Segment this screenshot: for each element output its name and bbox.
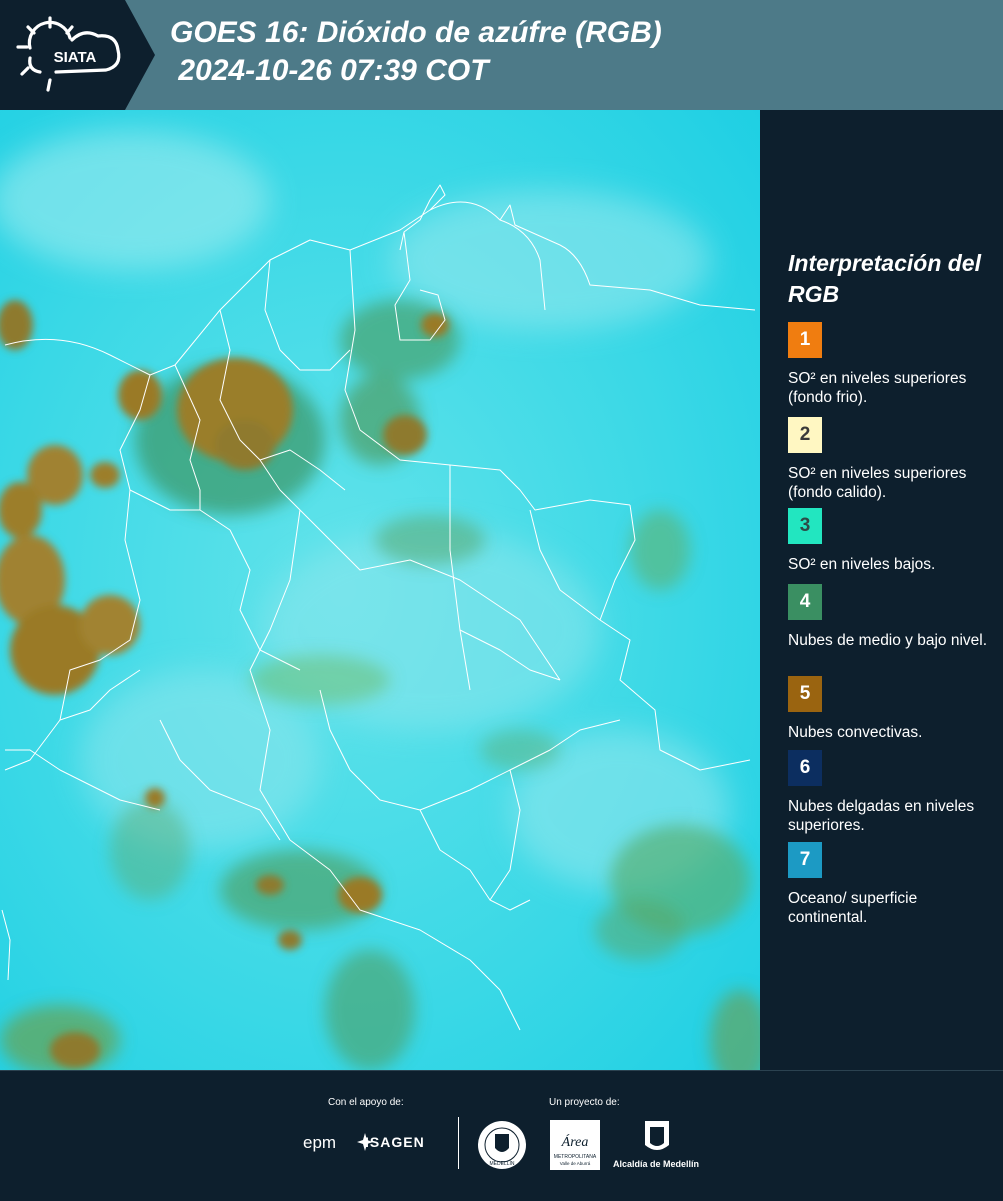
legend-label-1: SO² en niveles superiores (fondo frio). bbox=[788, 370, 967, 406]
logo-text: SIATA bbox=[54, 49, 97, 66]
legend-label-2: SO² en niveles superiores (fondo calido)… bbox=[788, 465, 967, 501]
svg-text:Valle de Aburrá: Valle de Aburrá bbox=[560, 1161, 591, 1166]
legend-swatch-6: 6 bbox=[788, 750, 822, 786]
svg-text:METROPOLITANA: METROPOLITANA bbox=[554, 1154, 597, 1160]
legend-title: Interpretación del RGB bbox=[788, 250, 981, 307]
legend-swatch-4: 4 bbox=[788, 584, 822, 620]
header-bar: SIATA GOES 16: Dióxido de azúfre (RGB) 2… bbox=[0, 0, 1003, 110]
legend-label-5: Nubes convectivas. bbox=[788, 724, 923, 741]
satellite-map[interactable] bbox=[0, 110, 760, 1070]
legend-swatch-7: 7 bbox=[788, 842, 822, 878]
svg-text:MEDELLÍN: MEDELLÍN bbox=[489, 1160, 514, 1167]
footer-divider bbox=[458, 1117, 459, 1169]
legend-panel: Interpretación del RGB 1 SO² en niveles … bbox=[760, 110, 1003, 1070]
alcaldia-shield-icon bbox=[645, 1121, 669, 1150]
svg-text:Área: Área bbox=[561, 1133, 589, 1150]
legend-label-6: Nubes delgadas en niveles superiores. bbox=[788, 798, 975, 834]
legend-label-4: Nubes de medio y bajo nivel. bbox=[788, 632, 988, 649]
legend-item-6: 6 Nubes delgadas en niveles superiores. bbox=[788, 750, 993, 835]
page-title: GOES 16: Dióxido de azúfre (RGB) 2024-10… bbox=[170, 14, 662, 90]
legend-swatch-5: 5 bbox=[788, 676, 822, 712]
legend-item-2: 2 SO² en niveles superiores (fondo calid… bbox=[788, 417, 993, 504]
legend-label-7: Oceano/ superficie continental. bbox=[788, 890, 918, 926]
title-line-1: GOES 16: Dióxido de azúfre (RGB) bbox=[170, 16, 662, 49]
legend-item-1: 1 SO² en niveles superiores (fondo frio)… bbox=[788, 322, 993, 407]
alcaldia-logo: Alcaldía de Medellín bbox=[613, 1159, 700, 1169]
title-line-2: 2024-10-26 07:39 COT bbox=[170, 54, 489, 87]
footer: Con el apoyo de: Un proyecto de: epm ISA… bbox=[0, 1070, 1003, 1201]
epm-logo: epm bbox=[303, 1133, 337, 1152]
legend-label-3: SO² en niveles bajos. bbox=[788, 556, 936, 573]
legend-item-4: 4 Nubes de medio y bajo nivel. bbox=[788, 584, 993, 650]
medellin-seal-logo: MEDELLÍN bbox=[478, 1121, 526, 1169]
support-label: Con el apoyo de: bbox=[328, 1097, 404, 1108]
area-metropolitana-logo: Área METROPOLITANA Valle de Aburrá bbox=[550, 1120, 600, 1170]
project-label: Un proyecto de: bbox=[549, 1097, 620, 1108]
legend-swatch-3: 3 bbox=[788, 508, 822, 544]
isagen-logo: ISAGEN bbox=[365, 1134, 425, 1150]
siata-logo: SIATA bbox=[0, 0, 155, 110]
legend-item-5: 5 Nubes convectivas. bbox=[788, 676, 993, 742]
legend-item-3: 3 SO² en niveles bajos. bbox=[788, 508, 993, 574]
legend-item-7: 7 Oceano/ superficie continental. bbox=[788, 842, 993, 927]
legend-swatch-2: 2 bbox=[788, 417, 822, 453]
legend-swatch-1: 1 bbox=[788, 322, 822, 358]
